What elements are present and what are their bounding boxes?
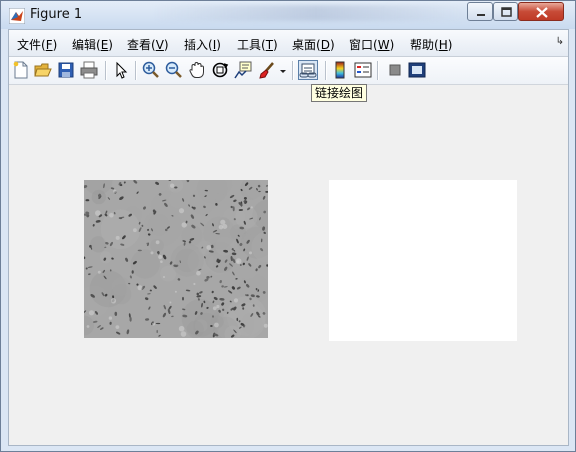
link-plot-tooltip: 链接绘图	[311, 84, 368, 102]
microscopy-image	[84, 180, 268, 338]
toolbar-separator	[325, 61, 327, 80]
colorbar-icon[interactable]	[331, 61, 349, 79]
minimize-icon	[477, 14, 485, 16]
close-button[interactable]	[518, 2, 564, 21]
close-icon	[536, 7, 548, 18]
brush-icon[interactable]	[258, 61, 276, 79]
blank-axes[interactable]	[329, 180, 517, 341]
menu-insert[interactable]: 插入(I)	[184, 36, 221, 53]
open-file-icon[interactable]	[34, 61, 52, 79]
menu-help[interactable]: 帮助(H)	[410, 36, 452, 53]
blurred-background-text	[151, 5, 481, 21]
zoom-in-icon[interactable]	[142, 61, 160, 79]
pan-hand-icon[interactable]	[188, 61, 206, 79]
toolbar-separator	[135, 61, 137, 80]
pointer-icon[interactable]	[112, 61, 130, 79]
figure-toolbar	[9, 57, 568, 85]
toolbar-separator	[292, 61, 294, 80]
hide-plot-tools-icon[interactable]	[386, 61, 404, 79]
toolbar-separator	[377, 61, 379, 80]
menu-overflow-icon[interactable]: ↳	[556, 36, 564, 47]
menu-edit[interactable]: 编辑(E)	[72, 36, 113, 53]
save-icon[interactable]	[57, 61, 75, 79]
data-cursor-icon[interactable]	[234, 61, 252, 79]
print-icon[interactable]	[80, 61, 98, 79]
menu-view[interactable]: 查看(V)	[127, 36, 169, 53]
zoom-out-icon[interactable]	[165, 61, 183, 79]
menu-file[interactable]: 文件(F)	[17, 36, 57, 53]
legend-icon[interactable]	[354, 61, 372, 79]
maximize-button[interactable]	[493, 2, 518, 21]
new-figure-icon[interactable]	[12, 61, 30, 79]
figure-client-area: 文件(F) 编辑(E) 查看(V) 插入(I) 工具(T) 桌面(D) 窗口(W…	[8, 29, 569, 446]
menu-tools[interactable]: 工具(T)	[237, 36, 278, 53]
window-title: Figure 1	[30, 7, 83, 22]
show-plot-tools-icon[interactable]	[408, 61, 426, 79]
rotate-3d-icon[interactable]	[211, 61, 229, 79]
title-bar[interactable]: Figure 1	[1, 1, 575, 29]
matlab-logo-icon	[9, 8, 25, 24]
brush-dropdown-icon[interactable]	[279, 61, 287, 79]
figure-window: Figure 1 文件(F) 编辑(E) 查看(V) 插入(I) 工具(T) 桌…	[0, 0, 576, 452]
menu-window[interactable]: 窗口(W)	[349, 36, 394, 53]
menu-bar: 文件(F) 编辑(E) 查看(V) 插入(I) 工具(T) 桌面(D) 窗口(W…	[9, 30, 568, 57]
minimize-button[interactable]	[467, 2, 493, 21]
maximize-icon	[501, 7, 512, 17]
toolbar-separator	[105, 61, 107, 80]
menu-desktop[interactable]: 桌面(D)	[292, 36, 335, 53]
image-axes[interactable]	[84, 180, 268, 338]
link-plot-icon[interactable]	[298, 60, 318, 80]
